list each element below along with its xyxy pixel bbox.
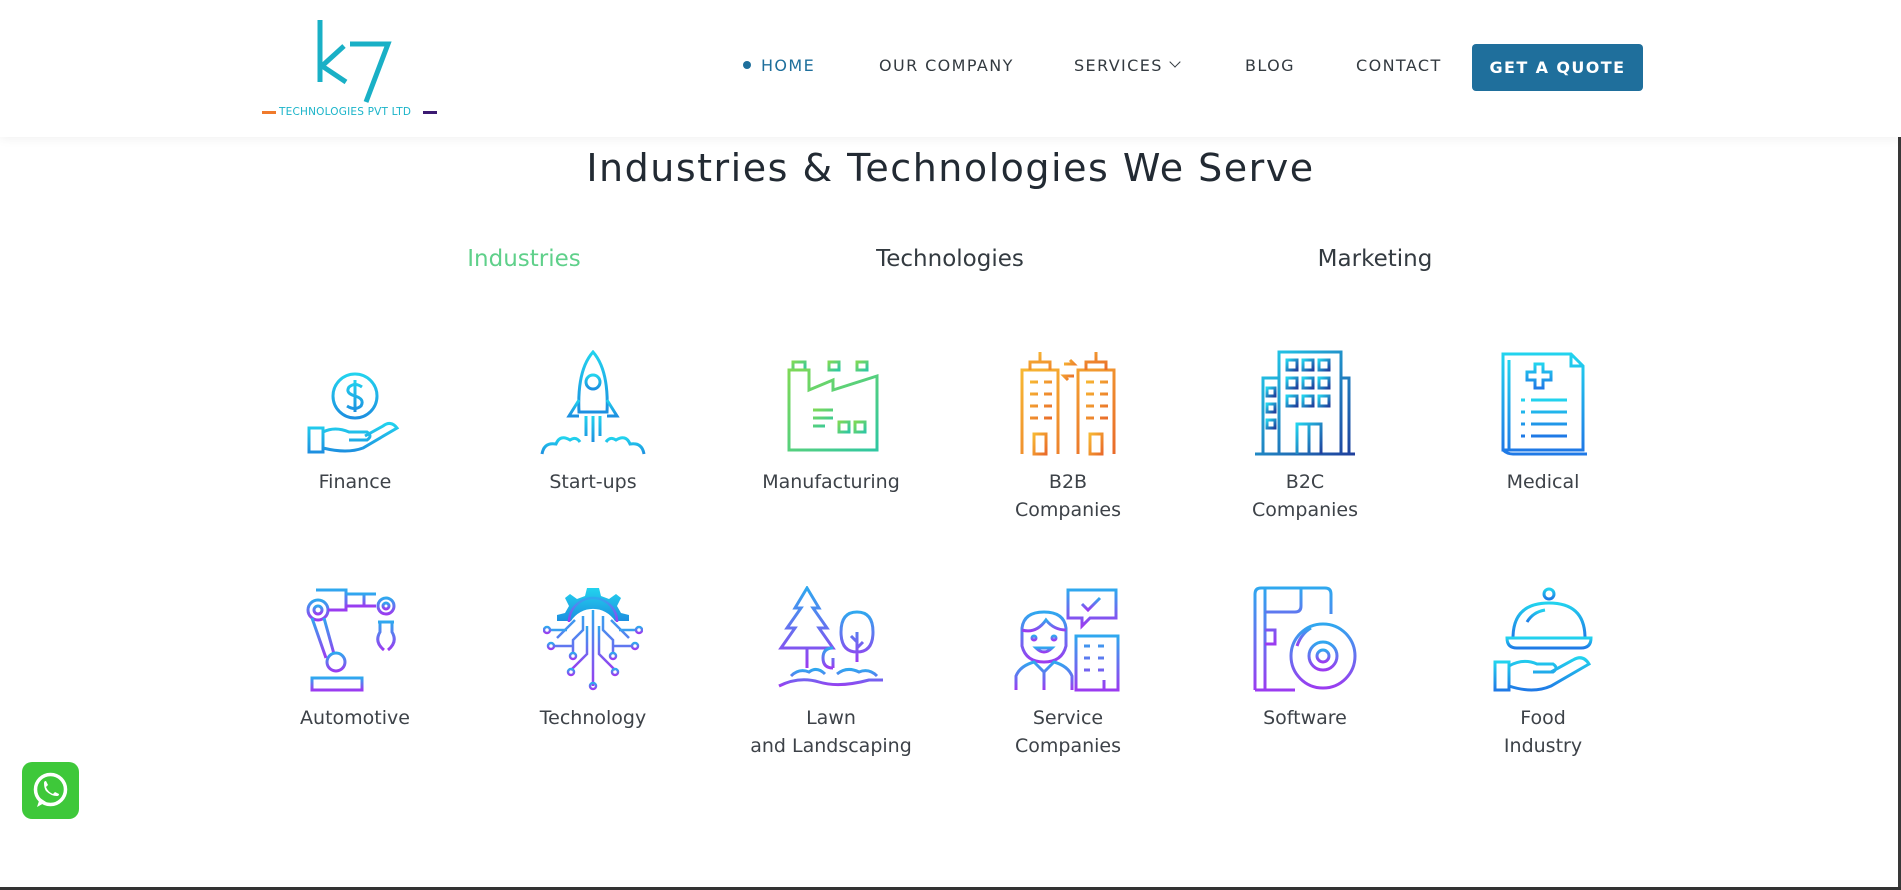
industry-label: Automotive bbox=[300, 707, 410, 729]
factory-icon bbox=[781, 352, 881, 452]
logo-accent-bar-right bbox=[423, 111, 437, 114]
service-person-icon bbox=[1014, 588, 1120, 692]
industry-label: Medical bbox=[1506, 471, 1580, 493]
logo-accent-bar-left bbox=[262, 111, 276, 114]
nav-home-label: HOME bbox=[761, 56, 816, 75]
industry-label: Finance bbox=[318, 471, 392, 493]
industry-label: Software bbox=[1263, 707, 1347, 729]
industry-label: Technology bbox=[539, 707, 647, 729]
industry-card-software[interactable]: Software bbox=[1210, 586, 1400, 732]
industry-label: Manufacturing bbox=[762, 471, 900, 493]
industry-label: Lawn and Landscaping bbox=[750, 707, 912, 757]
tab-technologies[interactable]: Technologies bbox=[800, 246, 1100, 272]
industry-label: B2C Companies bbox=[1251, 471, 1358, 521]
nav-services-label: SERVICES bbox=[1074, 56, 1163, 75]
finance-icon bbox=[307, 352, 400, 454]
gear-circuit-icon bbox=[543, 588, 643, 691]
company-logo[interactable]: TECHNOLOGIES PVT LTD bbox=[262, 16, 438, 122]
whatsapp-icon bbox=[33, 772, 68, 807]
industry-card-finance[interactable]: Finance bbox=[260, 350, 450, 496]
nav-our-company[interactable]: OUR COMPANY bbox=[879, 56, 1014, 75]
medical-report-icon bbox=[1501, 352, 1587, 456]
k7-logo-mark bbox=[317, 20, 392, 103]
industry-label: B2B Companies bbox=[1014, 471, 1121, 521]
b2b-buildings-icon bbox=[1020, 352, 1116, 456]
whatsapp-chat-button[interactable] bbox=[22, 762, 79, 819]
industry-label: Food Industry bbox=[1503, 707, 1583, 757]
tab-marketing[interactable]: Marketing bbox=[1225, 246, 1525, 272]
industry-card-b2c[interactable]: B2C Companies bbox=[1210, 350, 1400, 524]
industry-label: Service Companies bbox=[1014, 707, 1121, 757]
industry-card-manufacturing[interactable]: Manufacturing bbox=[736, 350, 926, 496]
nav-contact[interactable]: CONTACT bbox=[1356, 56, 1442, 75]
industry-card-automotive[interactable]: Automotive bbox=[260, 586, 450, 732]
chevron-down-icon bbox=[1169, 56, 1181, 68]
industry-card-technology[interactable]: Technology bbox=[498, 586, 688, 732]
industry-card-service[interactable]: Service Companies bbox=[973, 586, 1163, 760]
rocket-icon bbox=[540, 350, 646, 455]
site-header: TECHNOLOGIES PVT LTD HOME OUR COMPANY SE… bbox=[0, 0, 1901, 137]
food-cloche-icon bbox=[1493, 587, 1593, 692]
trees-icon bbox=[778, 586, 883, 692]
b2c-building-icon bbox=[1255, 350, 1355, 456]
nav-home[interactable]: HOME bbox=[743, 56, 815, 75]
industry-card-b2b[interactable]: B2B Companies bbox=[973, 350, 1163, 524]
industry-card-medical[interactable]: Medical bbox=[1448, 350, 1638, 496]
industry-card-lawn[interactable]: Lawn and Landscaping bbox=[736, 586, 926, 760]
get-a-quote-button[interactable]: GET A QUOTE bbox=[1472, 44, 1643, 91]
nav-blog[interactable]: BLOG bbox=[1245, 56, 1295, 75]
industry-card-start-ups[interactable]: Start-ups bbox=[498, 350, 688, 496]
tab-industries[interactable]: Industries bbox=[374, 246, 674, 272]
nav-services[interactable]: SERVICES bbox=[1074, 56, 1181, 75]
industry-card-food[interactable]: Food Industry bbox=[1448, 586, 1638, 760]
industry-label: Start-ups bbox=[549, 471, 637, 493]
active-dot-icon bbox=[743, 61, 751, 69]
robot-arm-icon bbox=[306, 588, 396, 692]
software-disc-icon bbox=[1253, 586, 1357, 692]
logo-tagline: TECHNOLOGIES PVT LTD bbox=[279, 106, 412, 118]
section-title: Industries & Technologies We Serve bbox=[586, 146, 1315, 190]
